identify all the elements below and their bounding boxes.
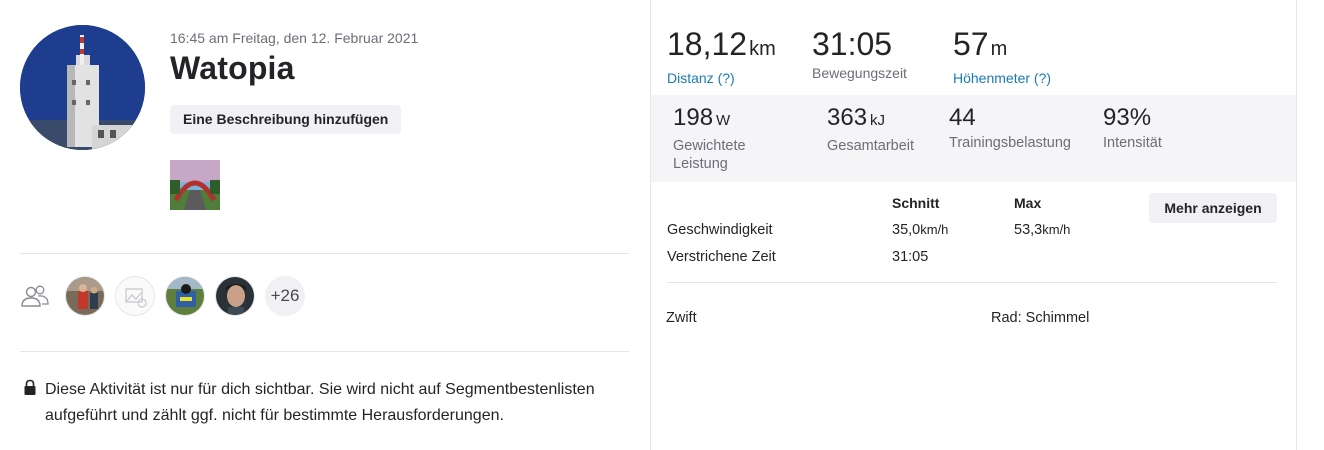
secondary-stats-panel: 198 W Gewichtete Leistung 363 kJ Gesamtarb… [651, 95, 1297, 182]
stat-value: 44 [949, 104, 976, 131]
stat-unit: m [990, 38, 1008, 60]
show-more-button[interactable]: Mehr anzeigen [1149, 193, 1277, 223]
stat-label: Gesamtarbeit [827, 138, 915, 154]
group-athlete-avatar[interactable] [165, 276, 205, 316]
device-app: Zwift [666, 310, 697, 326]
group-athlete-avatar-placeholder[interactable] [115, 276, 155, 316]
panel-border [1296, 0, 1297, 450]
table-header-max: Max [1014, 195, 1042, 211]
stat-distance-help-link[interactable]: Distanz (?) [667, 70, 776, 86]
activity-photo-thumbnail[interactable] [170, 160, 220, 210]
activity-stats: 18,12 km Distanz (?) 31:05 Bewegungszeit … [651, 0, 1297, 450]
stat-training-load: 44 Trainingsbelastung [949, 105, 1089, 152]
stat-weighted-power: 198 W Gewichtete Leistung [673, 105, 783, 173]
table-cell-elapsed-time: 31:05 [892, 249, 929, 265]
add-description-button[interactable]: Eine Beschreibung hinzufügen [170, 105, 402, 134]
tower-photo [20, 25, 145, 150]
stat-value: 18,12 [667, 26, 748, 62]
group-activity-icon[interactable] [20, 284, 50, 308]
stat-elevation-help-link[interactable]: Höhenmeter (?) [953, 70, 1051, 86]
athlete-avatar[interactable] [20, 25, 145, 150]
stat-unit: km [749, 38, 776, 60]
stat-value: 363 [827, 104, 868, 131]
lock-icon [23, 379, 37, 397]
stat-value: 57 [953, 26, 989, 62]
device-bike: Rad: Schimmel [991, 310, 1090, 326]
table-row-label: Verstrichene Zeit [667, 249, 776, 265]
stat-unit: W [716, 112, 731, 129]
stat-label: Gewichtete Leistung [673, 138, 746, 172]
stat-label: Bewegungszeit [812, 65, 907, 81]
activity-datetime: 16:45 am Freitag, den 12. Februar 2021 [170, 30, 419, 46]
activity-title[interactable]: Watopia [170, 50, 295, 87]
stat-unit: kJ [870, 112, 886, 129]
stat-label: Intensität [1103, 135, 1162, 151]
table-cell-avg-speed: 35,0km/h [892, 222, 949, 238]
section-divider [667, 282, 1277, 283]
stat-elevation: 57 m Höhenmeter (?) [953, 25, 1051, 86]
stat-total-work: 363 kJ Gesamtarbeit [827, 105, 937, 155]
table-row-label: Geschwindigkeit [667, 222, 773, 238]
section-divider [20, 253, 629, 254]
group-more-count[interactable]: +26 [265, 276, 305, 316]
stat-distance: 18,12 km Distanz (?) [667, 25, 776, 86]
privacy-notice: Diese Aktivität ist nur für dich sichtba… [45, 381, 595, 424]
arch-photo [170, 160, 220, 210]
stat-intensity: 93% Intensität [1103, 105, 1213, 152]
stat-label: Trainingsbelastung [949, 135, 1071, 151]
stat-value: 31:05 [812, 26, 893, 62]
activity-summary: 16:45 am Freitag, den 12. Februar 2021 W… [0, 0, 650, 450]
stat-moving-time: 31:05 Bewegungszeit [812, 25, 907, 81]
stat-value: 198 [673, 104, 714, 131]
stat-value: 93% [1103, 104, 1152, 131]
table-header-avg: Schnitt [892, 195, 940, 211]
group-athlete-avatar[interactable] [65, 276, 105, 316]
table-cell-max-speed: 53,3km/h [1014, 222, 1071, 238]
section-divider [20, 351, 629, 352]
group-athlete-avatar[interactable] [215, 276, 255, 316]
